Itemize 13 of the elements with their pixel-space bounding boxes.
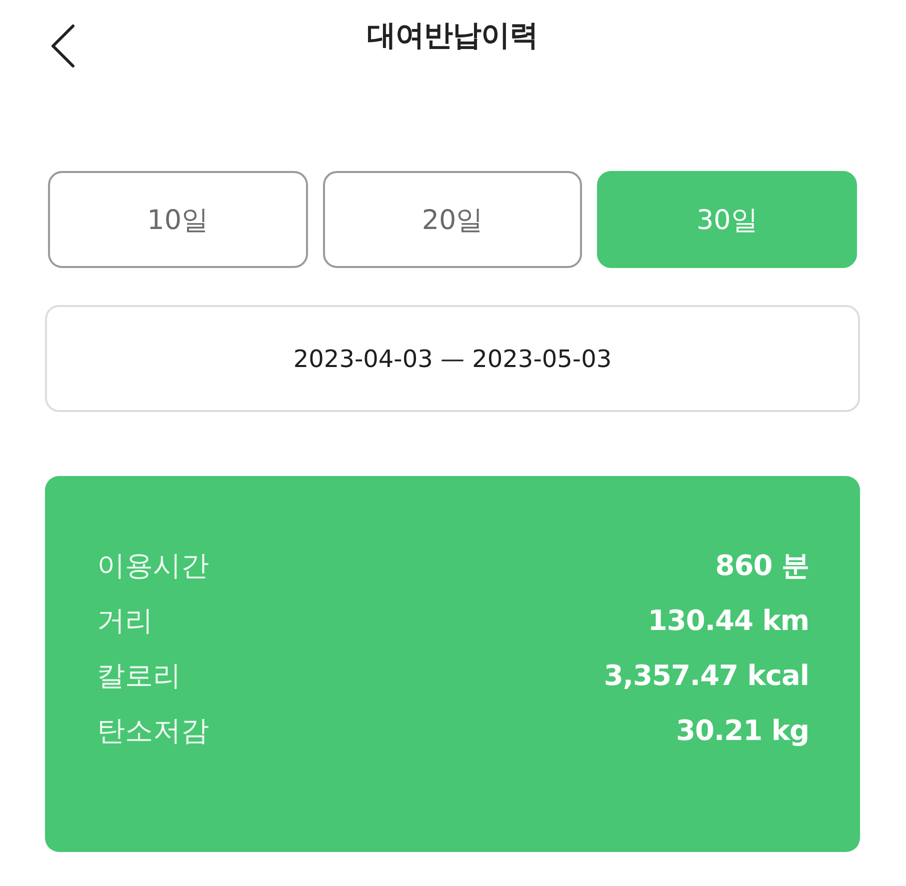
stat-label: 이용시간 [97,548,209,584]
stat-label: 거리 [97,602,153,638]
stat-label: 칼로리 [97,658,181,694]
stat-value: 860 분 [715,548,809,584]
period-tab[interactable]: 10일 [48,171,308,268]
stat-label: 탄소저감 [97,712,209,748]
stat-value: 3,357.47 kcal [604,659,809,692]
stat-value: 130.44 km [648,604,809,637]
period-tab[interactable]: 20일 [322,171,582,268]
stat-value: 30.21 kg [676,714,809,747]
page-title: 대여반납이력 [366,17,539,54]
date-range-picker[interactable]: 2023-04-03 — 2023-05-03 [45,305,860,412]
back-chevron-icon [50,24,76,68]
